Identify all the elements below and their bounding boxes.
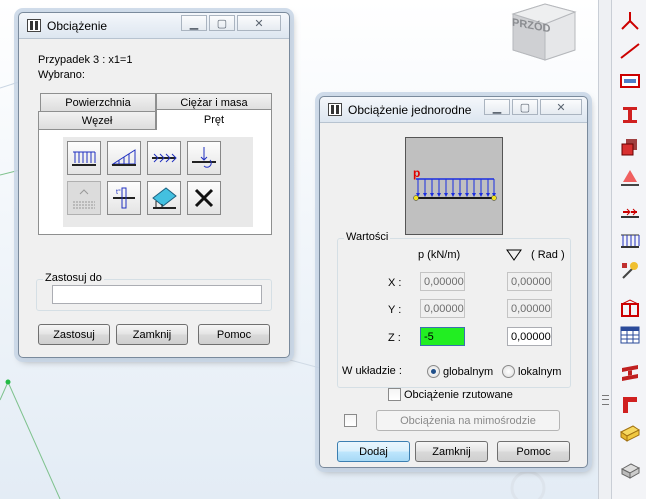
row-y-label: Y : [388, 304, 402, 316]
global-radio-label: globalnym [443, 366, 494, 378]
frame-icon[interactable] [617, 296, 643, 322]
toolbar-scrollbar[interactable] [598, 0, 612, 499]
tools-icon[interactable] [617, 258, 643, 284]
concrete-icon[interactable] [617, 456, 643, 482]
bar-icon[interactable] [617, 38, 643, 64]
projected-load-label: Obciążenie rzutowane [404, 389, 513, 401]
load-dialog: Obciążenie ▁ ▢ ✕ Przypadek 3 : x1=1 Wybr… [18, 12, 290, 358]
selected-line: Wybrano: [38, 69, 85, 81]
values-group-label: Wartości [344, 231, 391, 243]
apply-to-input[interactable] [52, 285, 262, 304]
i-beam-icon[interactable] [617, 102, 643, 128]
axis-system-icon[interactable] [617, 8, 643, 34]
minimize-button[interactable]: ▁ [484, 99, 510, 115]
eccentric-load-button[interactable]: Obciążenia na mimośrodzie [376, 410, 560, 431]
local-radio-label: lokalnym [518, 366, 562, 378]
axial-distributed-load-icon[interactable] [147, 141, 181, 175]
trapezoidal-load-icon[interactable] [107, 141, 141, 175]
app-icon [27, 19, 41, 32]
close-button[interactable]: Zamknij [415, 441, 488, 462]
table-icon[interactable] [617, 322, 643, 348]
svg-text:t°: t° [116, 188, 121, 196]
close-window-button[interactable]: ✕ [540, 99, 582, 115]
tab-panel: t° [38, 129, 272, 235]
tab-node[interactable]: Węzeł [38, 111, 156, 130]
add-button[interactable]: Dodaj [337, 441, 410, 462]
angle-icon [506, 248, 522, 265]
p-column-header: p (kN/m) [418, 249, 461, 261]
view-cube[interactable]: PRZÓD [505, 0, 581, 62]
x-angle-input[interactable]: 0,00000 [507, 272, 552, 291]
uniform-load-diagram-icon [413, 178, 497, 201]
close-button[interactable]: Zamknij [116, 324, 188, 345]
z-angle-input[interactable]: 0,00000 [507, 327, 552, 346]
row-z-label: Z : [388, 332, 401, 344]
point-load-icon[interactable] [187, 141, 221, 175]
steel-design-icon[interactable] [617, 360, 643, 386]
release-icon[interactable] [617, 200, 643, 226]
app-icon [328, 103, 342, 116]
eccentric-checkbox[interactable] [344, 414, 357, 427]
local-radio[interactable] [502, 365, 515, 378]
maximize-button[interactable]: ▢ [209, 15, 235, 31]
system-label: W układzie : [342, 365, 402, 377]
thermal-load-icon[interactable] [67, 181, 101, 215]
load-dialog-title: Obciążenie [47, 19, 108, 33]
timber-icon[interactable] [617, 420, 643, 446]
load-dialog-titlebar[interactable]: Obciążenie ▁ ▢ ✕ [19, 13, 289, 39]
uniform-load-title: Obciążenie jednorodne [348, 103, 472, 117]
plane-load-icon[interactable] [147, 181, 181, 215]
x-force-input[interactable]: 0,00000 [420, 272, 465, 291]
help-button[interactable]: Pomoc [198, 324, 270, 345]
case-line: Przypadek 3 : x1=1 [38, 54, 133, 66]
load-preview: p [405, 137, 503, 235]
y-force-input[interactable]: 0,00000 [420, 299, 465, 318]
global-radio[interactable] [427, 365, 440, 378]
projected-load-checkbox[interactable] [388, 388, 401, 401]
help-button[interactable]: Pomoc [497, 441, 570, 462]
close-window-button[interactable]: ✕ [237, 15, 281, 31]
z-force-input[interactable]: -5 [420, 327, 465, 346]
tab-surface[interactable]: Powierzchnia [40, 93, 156, 112]
y-angle-input[interactable]: 0,00000 [507, 299, 552, 318]
apply-button[interactable]: Zastosuj [38, 324, 110, 345]
row-x-label: X : [388, 277, 402, 289]
minimize-button[interactable]: ▁ [181, 15, 207, 31]
support-icon[interactable] [617, 164, 643, 190]
right-toolbar [612, 0, 646, 499]
load-icon[interactable] [617, 228, 643, 254]
uniform-load-icon[interactable] [67, 141, 101, 175]
uniform-load-titlebar[interactable]: Obciążenie jednorodne ▁ ▢ ✕ [320, 97, 587, 123]
maximize-button[interactable]: ▢ [512, 99, 538, 115]
section-icon[interactable] [617, 68, 643, 94]
delete-load-icon[interactable] [187, 181, 221, 215]
connection-icon[interactable] [617, 392, 643, 418]
material-icon[interactable] [617, 134, 643, 160]
temperature-gradient-icon[interactable]: t° [107, 181, 141, 215]
apply-to-label: Zastosuj do [43, 272, 104, 284]
rad-column-header: ( Rad ) [531, 249, 565, 261]
tab-bar[interactable]: Pręt [156, 109, 272, 130]
uniform-load-dialog: Obciążenie jednorodne ▁ ▢ ✕ p Wartości p… [319, 96, 588, 468]
